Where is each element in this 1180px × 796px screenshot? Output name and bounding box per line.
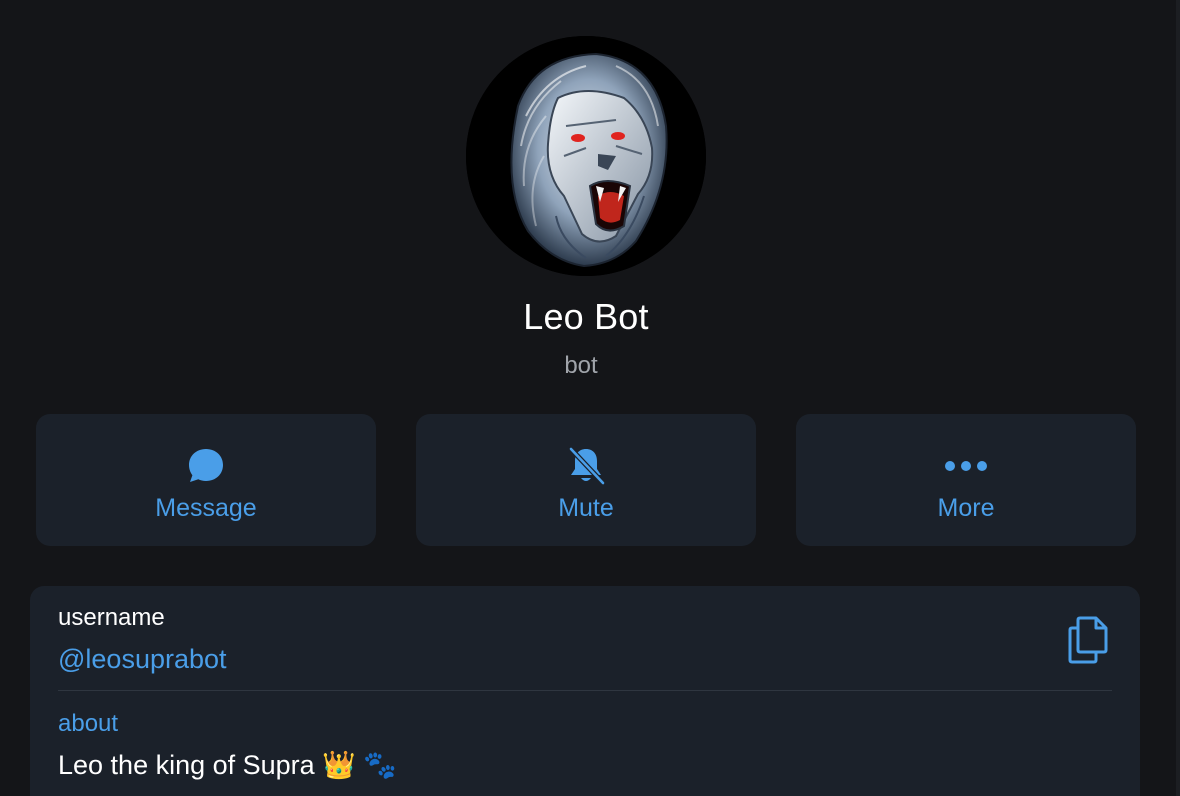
info-divider <box>58 690 1112 691</box>
username-label: username <box>58 604 165 631</box>
bell-off-icon <box>416 444 756 488</box>
profile-name: Leo Bot <box>523 296 649 337</box>
message-button-label: Message <box>155 494 257 522</box>
mute-button-label: Mute <box>558 494 614 522</box>
avatar[interactable] <box>466 36 706 276</box>
profile-subtitle: bot <box>564 352 598 379</box>
info-card: username @leosuprabot about Leo the king… <box>30 586 1140 796</box>
robot-lion-avatar-icon <box>466 36 706 276</box>
chat-bubble-icon <box>36 444 376 488</box>
about-label: about <box>58 710 119 737</box>
more-dots-icon <box>796 444 1136 488</box>
more-button-label: More <box>937 494 995 522</box>
mute-button[interactable]: Mute <box>416 414 756 546</box>
username-value[interactable]: @leosuprabot <box>58 644 227 675</box>
window-edge <box>1176 0 1180 796</box>
more-button[interactable]: More <box>796 414 1136 546</box>
about-value: Leo the king of Supra 👑 🐾 <box>58 750 397 780</box>
copy-icon[interactable] <box>1066 614 1112 664</box>
message-button[interactable]: Message <box>36 414 376 546</box>
profile-page: Leo Bot bot Message Mute More username @… <box>0 0 1180 796</box>
